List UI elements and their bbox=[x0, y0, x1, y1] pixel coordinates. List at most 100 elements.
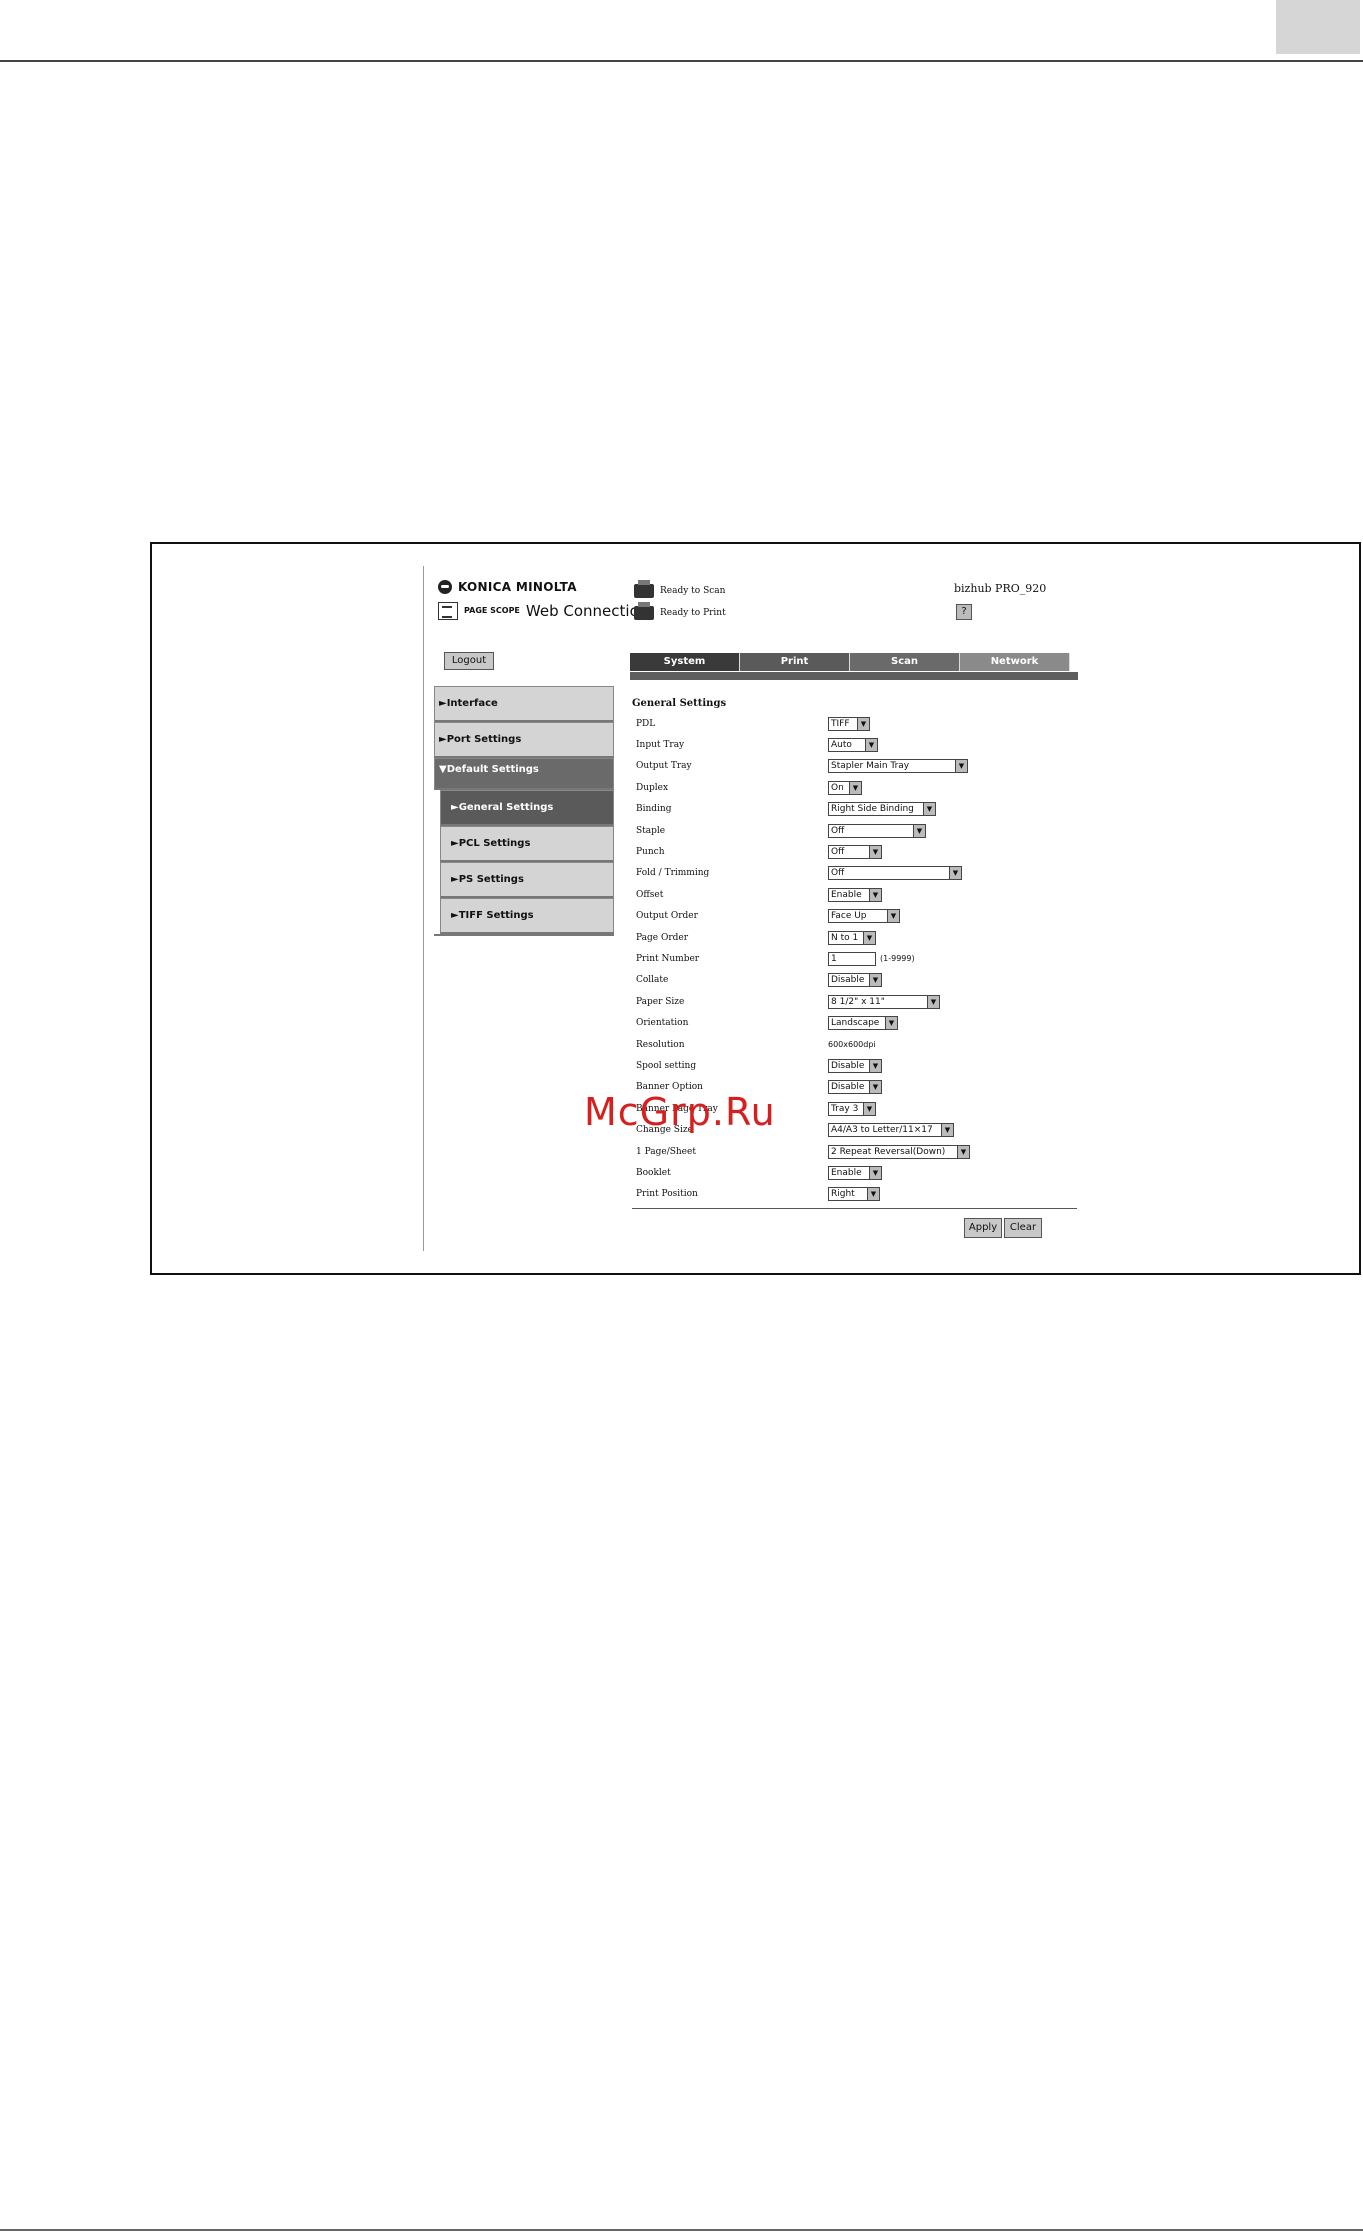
setting-row-input-tray: Input Tray Auto ▼ bbox=[632, 734, 1072, 755]
sidebar-item-port-settings[interactable]: ►Port Settings bbox=[434, 722, 614, 758]
print-status-text: Ready to Print bbox=[660, 608, 726, 618]
pagescope-logo-icon bbox=[438, 602, 458, 620]
chevron-down-icon: ▼ bbox=[865, 739, 877, 752]
select-value: Enable bbox=[831, 1167, 862, 1178]
chevron-down-icon: ▼ bbox=[913, 824, 925, 837]
logout-button[interactable]: Logout bbox=[444, 652, 494, 670]
chevron-down-icon: ▼ bbox=[957, 1145, 969, 1158]
setting-row-print-position: Print Position Right ▼ bbox=[632, 1184, 1072, 1205]
paper-size-select[interactable]: 8 1/2" x 11" ▼ bbox=[828, 994, 940, 1009]
main-tabs: System Print Scan Network bbox=[630, 653, 1070, 671]
chevron-down-icon: ▼ bbox=[885, 1017, 897, 1030]
banner-option-select[interactable]: Disable ▼ bbox=[828, 1080, 882, 1095]
setting-label: Fold / Trimming bbox=[636, 868, 710, 879]
chevron-down-icon: ▼ bbox=[857, 717, 869, 730]
sidebar-item-pcl-settings[interactable]: ►PCL Settings bbox=[440, 826, 614, 862]
booklet-select[interactable]: Enable ▼ bbox=[828, 1165, 882, 1180]
offset-select[interactable]: Enable ▼ bbox=[828, 887, 882, 902]
tab-system[interactable]: System bbox=[630, 653, 740, 671]
punch-select[interactable]: Off ▼ bbox=[828, 845, 882, 860]
form-bottom-rule bbox=[632, 1208, 1077, 1209]
binding-select[interactable]: Right Side Binding ▼ bbox=[828, 802, 936, 817]
sidebar-item-default-settings[interactable]: ▼Default Settings bbox=[434, 758, 614, 790]
form-title: General Settings bbox=[632, 698, 727, 709]
resolution-value: 600x600dpi bbox=[828, 1040, 876, 1050]
chevron-down-icon: ▼ bbox=[849, 781, 861, 794]
setting-row-output-tray: Output Tray Stapler Main Tray ▼ bbox=[632, 756, 1072, 777]
spool-select[interactable]: Disable ▼ bbox=[828, 1058, 882, 1073]
tab-scan[interactable]: Scan bbox=[850, 653, 960, 671]
select-value: Landscape bbox=[831, 1018, 880, 1029]
pdl-select[interactable]: TIFF ▼ bbox=[828, 716, 870, 731]
select-value: Auto bbox=[831, 740, 852, 751]
select-value: On bbox=[831, 782, 844, 793]
tab-print[interactable]: Print bbox=[740, 653, 850, 671]
orientation-select[interactable]: Landscape ▼ bbox=[828, 1016, 898, 1031]
page-corner-tab bbox=[1276, 0, 1360, 54]
sidebar-item-interface[interactable]: ►Interface bbox=[434, 686, 614, 722]
tab-network[interactable]: Network bbox=[960, 653, 1070, 671]
chevron-down-icon: ▼ bbox=[867, 1188, 879, 1201]
chevron-down-icon: ▼ bbox=[955, 760, 967, 773]
staple-select[interactable]: Off ▼ bbox=[828, 823, 926, 838]
konica-minolta-logo-icon bbox=[438, 580, 452, 594]
setting-label: Booklet bbox=[636, 1167, 671, 1178]
setting-label: Orientation bbox=[636, 1018, 689, 1029]
select-value: Right bbox=[831, 1189, 855, 1200]
print-number-input[interactable]: 1 bbox=[828, 951, 876, 966]
setting-label: Duplex bbox=[636, 782, 669, 793]
select-value: Off bbox=[831, 825, 845, 836]
setting-label: 1 Page/Sheet bbox=[636, 1146, 696, 1157]
input-tray-select[interactable]: Auto ▼ bbox=[828, 738, 878, 753]
chevron-down-icon: ▼ bbox=[863, 931, 875, 944]
select-value: Face Up bbox=[831, 911, 867, 922]
setting-label: Page Order bbox=[636, 932, 689, 943]
setting-row-duplex: Duplex On ▼ bbox=[632, 777, 1072, 798]
sidebar-bottom-rule bbox=[434, 934, 614, 944]
select-value: TIFF bbox=[831, 718, 850, 729]
select-value: 8 1/2" x 11" bbox=[831, 996, 885, 1007]
banner-page-tray-select[interactable]: Tray 3 ▼ bbox=[828, 1101, 876, 1116]
select-value: Tray 3 bbox=[831, 1103, 859, 1114]
sidebar-item-ps-settings[interactable]: ►PS Settings bbox=[440, 862, 614, 898]
print-position-select[interactable]: Right ▼ bbox=[828, 1187, 880, 1202]
output-tray-select[interactable]: Stapler Main Tray ▼ bbox=[828, 759, 968, 774]
setting-label: Print Position bbox=[636, 1189, 698, 1200]
chevron-down-icon: ▼ bbox=[863, 1102, 875, 1115]
chevron-down-icon: ▼ bbox=[941, 1124, 953, 1137]
output-order-select[interactable]: Face Up ▼ bbox=[828, 909, 900, 924]
change-size-select[interactable]: A4/A3 to Letter/11×17 ▼ bbox=[828, 1123, 954, 1138]
help-button[interactable]: ? bbox=[956, 604, 972, 620]
apply-button[interactable]: Apply bbox=[964, 1218, 1002, 1238]
page-order-select[interactable]: N to 1 ▼ bbox=[828, 930, 876, 945]
setting-label: Offset bbox=[636, 889, 664, 900]
select-value: Enable bbox=[831, 889, 862, 900]
chevron-down-icon: ▼ bbox=[869, 888, 881, 901]
fold-trimming-select[interactable]: Off ▼ bbox=[828, 866, 962, 881]
chevron-down-icon: ▼ bbox=[869, 1166, 881, 1179]
clear-button[interactable]: Clear bbox=[1004, 1218, 1042, 1238]
setting-label: Print Number bbox=[636, 953, 700, 964]
sidebar-item-general-settings[interactable]: ►General Settings bbox=[440, 790, 614, 826]
printer-status-icon bbox=[634, 602, 654, 620]
chevron-down-icon: ▼ bbox=[887, 910, 899, 923]
page-footer-rule bbox=[0, 2229, 1363, 2231]
sidebar-item-tiff-settings[interactable]: ►TIFF Settings bbox=[440, 898, 614, 934]
collate-select[interactable]: Disable ▼ bbox=[828, 973, 882, 988]
duplex-select[interactable]: On ▼ bbox=[828, 780, 862, 795]
setting-row-fold-trimming: Fold / Trimming Off ▼ bbox=[632, 863, 1072, 884]
setting-row-offset: Offset Enable ▼ bbox=[632, 884, 1072, 905]
setting-label: Input Tray bbox=[636, 740, 685, 751]
web-connection-screenshot: KONICA MINOLTA PAGE SCOPE Web Connection… bbox=[423, 566, 1089, 1251]
select-value: N to 1 bbox=[831, 932, 859, 943]
select-value: Disable bbox=[831, 1060, 865, 1071]
setting-label: Punch bbox=[636, 847, 665, 858]
select-value: Stapler Main Tray bbox=[831, 761, 910, 772]
watermark-text: McGrp.Ru bbox=[584, 1090, 776, 1134]
brand-product: Web Connection bbox=[525, 602, 649, 620]
setting-row-spool: Spool setting Disable ▼ bbox=[632, 1055, 1072, 1076]
select-value: Disable bbox=[831, 975, 865, 986]
chevron-down-icon: ▼ bbox=[869, 846, 881, 859]
select-value: Right Side Binding bbox=[831, 804, 914, 815]
page-sheet-select[interactable]: 2 Repeat Reversal(Down) ▼ bbox=[828, 1144, 970, 1159]
